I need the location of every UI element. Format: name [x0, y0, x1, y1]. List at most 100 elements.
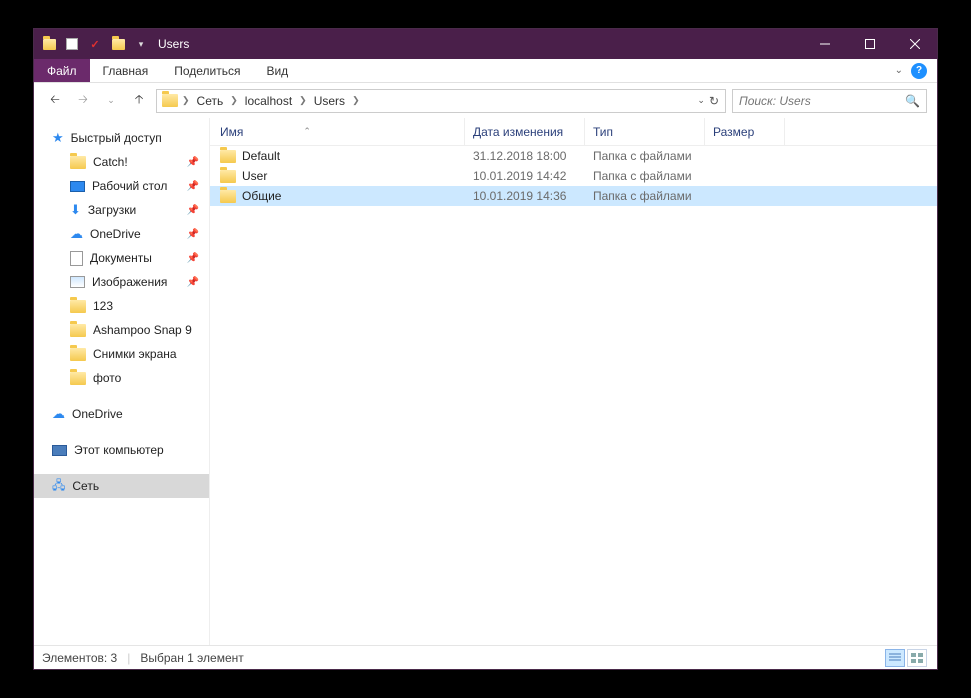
column-type[interactable]: Тип	[585, 118, 705, 145]
view-details-button[interactable]	[885, 649, 905, 667]
sidebar-item[interactable]: Документы 📌	[34, 246, 209, 270]
help-icon[interactable]: ?	[911, 63, 927, 79]
sidebar-item[interactable]: Рабочий стол 📌	[34, 174, 209, 198]
column-name[interactable]: Имя⌃	[210, 118, 465, 145]
image-icon	[70, 276, 85, 288]
folder-icon	[70, 324, 86, 337]
sidebar-item[interactable]: Catch!📌	[34, 150, 209, 174]
ribbon-collapse-icon[interactable]: ⌄	[895, 65, 903, 76]
sidebar-label: OneDrive	[72, 407, 123, 421]
sidebar-item-label: Загрузки	[88, 203, 136, 217]
chevron-right-icon[interactable]: ❯	[182, 95, 190, 106]
status-separator: |	[127, 651, 130, 665]
folder-icon	[220, 170, 236, 183]
cloud-icon: ☁	[70, 226, 83, 242]
nav-up-button[interactable]: 🡡	[128, 90, 150, 112]
sidebar-item[interactable]: фото	[34, 366, 209, 390]
file-name: Default	[242, 149, 280, 163]
file-date: 10.01.2019 14:42	[465, 169, 585, 183]
file-rows: Default31.12.2018 18:00Папка с файламиUs…	[210, 146, 937, 645]
sidebar-item-label: Документы	[90, 251, 152, 265]
column-label: Имя	[220, 125, 243, 139]
column-date[interactable]: Дата изменения	[465, 118, 585, 145]
status-count: Элементов: 3	[42, 651, 117, 665]
network-icon: 🖧	[52, 476, 65, 497]
sidebar-item[interactable]: ☁ OneDrive 📌	[34, 222, 209, 246]
sidebar-item[interactable]: Изображения📌	[34, 270, 209, 294]
qat-properties[interactable]	[65, 37, 79, 51]
folder-icon	[220, 150, 236, 163]
sidebar-item[interactable]: Снимки экрана	[34, 342, 209, 366]
status-bar: Элементов: 3 | Выбран 1 элемент	[34, 645, 937, 669]
sidebar-label: Этот компьютер	[74, 443, 164, 457]
ribbon: Файл Главная Поделиться Вид ⌄ ?	[34, 59, 937, 83]
breadcrumb-users[interactable]: Users	[311, 94, 348, 108]
sidebar-item-label: Рабочий стол	[92, 179, 167, 193]
maximize-button[interactable]	[847, 29, 892, 59]
folder-icon	[70, 348, 86, 361]
nav-history-dropdown[interactable]: ⌄	[100, 90, 122, 112]
sidebar-item[interactable]: 123	[34, 294, 209, 318]
column-size[interactable]: Размер	[705, 118, 785, 145]
file-name: Общие	[242, 189, 281, 203]
address-bar[interactable]: ❯ Сеть ❯ localhost ❯ Users ❯ ⌄ ↻	[156, 89, 726, 113]
pc-icon	[52, 445, 67, 456]
file-date: 31.12.2018 18:00	[465, 149, 585, 163]
folder-icon	[220, 190, 236, 203]
search-input[interactable]	[739, 94, 905, 108]
chevron-right-icon[interactable]: ❯	[299, 95, 307, 106]
qat-newfolder[interactable]	[111, 37, 125, 51]
qat: ✓ ▾	[34, 37, 148, 51]
document-icon	[70, 251, 83, 266]
search-box[interactable]: 🔍	[732, 89, 927, 113]
file-row[interactable]: Общие 10.01.2019 14:36Папка с файлами	[210, 186, 937, 206]
file-date: 10.01.2019 14:36	[465, 189, 585, 203]
sidebar-label: Сеть	[72, 479, 99, 493]
titlebar[interactable]: ✓ ▾ Users	[34, 29, 937, 59]
pin-icon: 📌	[187, 229, 199, 240]
desktop-icon	[70, 181, 85, 192]
navigation-pane: ★ Быстрый доступ Catch!📌 Рабочий стол 📌 ⬇ За…	[34, 118, 210, 645]
nav-back-button[interactable]: 🡠	[44, 90, 66, 112]
chevron-right-icon[interactable]: ❯	[352, 95, 360, 106]
folder-icon	[70, 300, 86, 313]
sidebar-item-label: фото	[93, 371, 121, 385]
chevron-right-icon[interactable]: ❯	[230, 95, 238, 106]
sidebar-onedrive[interactable]: ☁ OneDrive	[34, 402, 209, 426]
sidebar-item-label: Ashampoo Snap 9	[93, 323, 192, 337]
breadcrumb-host[interactable]: localhost	[242, 94, 295, 108]
view-large-button[interactable]	[907, 649, 927, 667]
nav-forward-button[interactable]: 🡢	[72, 90, 94, 112]
explorer-window: ✓ ▾ Users Файл Главная Поделиться Вид ⌄ …	[33, 28, 938, 670]
sidebar-this-pc[interactable]: Этот компьютер	[34, 438, 209, 462]
sidebar-network[interactable]: 🖧 Сеть	[34, 474, 209, 498]
ribbon-tab-home[interactable]: Главная	[90, 59, 162, 82]
search-icon[interactable]: 🔍	[905, 94, 920, 108]
sidebar-item[interactable]: Ashampoo Snap 9	[34, 318, 209, 342]
file-list-pane: Имя⌃ Дата изменения Тип Размер Default 31…	[210, 118, 937, 645]
minimize-button[interactable]	[802, 29, 847, 59]
file-row[interactable]: User10.01.2019 14:42Папка с файлами	[210, 166, 937, 186]
sidebar-item-label: OneDrive	[90, 227, 141, 241]
address-dropdown-icon[interactable]: ⌄	[697, 95, 705, 106]
downloads-icon: ⬇	[70, 202, 81, 218]
ribbon-tab-file[interactable]: Файл	[34, 59, 90, 82]
star-icon: ★	[52, 130, 64, 146]
file-type: Папка с файлами	[585, 189, 705, 203]
file-type: Папка с файлами	[585, 169, 705, 183]
refresh-icon[interactable]: ↻	[709, 94, 719, 108]
file-type: Папка с файлами	[585, 149, 705, 163]
sidebar-label: Быстрый доступ	[71, 131, 162, 145]
pin-icon: 📌	[187, 181, 199, 192]
ribbon-tab-view[interactable]: Вид	[253, 59, 301, 82]
pin-icon: 📌	[187, 253, 199, 264]
sidebar-item[interactable]: ⬇Загрузки📌	[34, 198, 209, 222]
file-row[interactable]: Default 31.12.2018 18:00Папка с файлами	[210, 146, 937, 166]
sidebar-item-label: 123	[93, 299, 113, 313]
close-button[interactable]	[892, 29, 937, 59]
breadcrumb-network[interactable]: Сеть	[194, 94, 227, 108]
qat-check[interactable]: ✓	[88, 37, 102, 51]
ribbon-tab-share[interactable]: Поделиться	[161, 59, 253, 82]
qat-dropdown[interactable]: ▾	[134, 37, 148, 51]
sidebar-quick-access[interactable]: ★ Быстрый доступ	[34, 126, 209, 150]
